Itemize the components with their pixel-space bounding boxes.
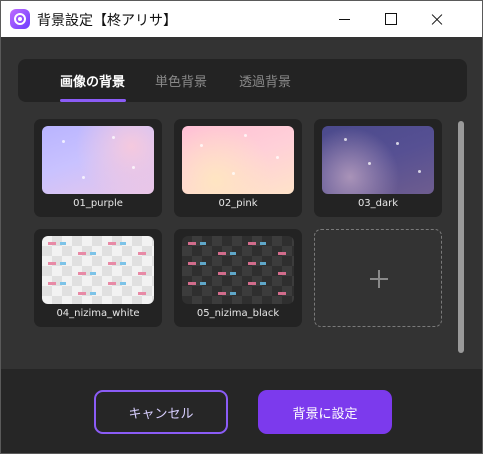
thumbnail-nizima-white [42, 236, 154, 304]
tab-image-background[interactable]: 画像の背景 [60, 71, 125, 90]
card-label: 01_purple [73, 198, 123, 209]
scrollbar[interactable] [458, 121, 464, 353]
background-card-dark[interactable]: 03_dark [314, 119, 442, 217]
card-label: 03_dark [357, 198, 399, 209]
card-label: 04_nizima_white [56, 308, 140, 319]
tab-transparent-background[interactable]: 透過背景 [239, 71, 291, 90]
card-label: 05_nizima_black [196, 308, 280, 319]
active-tab-indicator [60, 99, 126, 102]
add-background-button[interactable] [314, 229, 442, 327]
background-settings-window: 背景設定【柊アリサ】 画像の背景 単色背景 透過背景 01_purple 02_… [0, 0, 483, 454]
maximize-button[interactable] [367, 1, 413, 37]
background-card-pink[interactable]: 02_pink [174, 119, 302, 217]
background-card-nizima-black[interactable]: 05_nizima_black [174, 229, 302, 327]
background-card-nizima-white[interactable]: 04_nizima_white [34, 229, 162, 327]
background-card-purple[interactable]: 01_purple [34, 119, 162, 217]
footer: キャンセル 背景に設定 [1, 369, 482, 453]
close-button[interactable] [413, 1, 459, 37]
nizima-pattern [48, 242, 146, 295]
set-background-button[interactable]: 背景に設定 [258, 390, 392, 434]
tab-solid-background[interactable]: 単色背景 [155, 71, 207, 90]
title-bar: 背景設定【柊アリサ】 [1, 1, 482, 37]
plus-icon [370, 270, 388, 288]
thumbnail-nizima-black [182, 236, 294, 304]
card-label: 02_pink [218, 198, 258, 209]
window-title: 背景設定【柊アリサ】 [37, 13, 177, 29]
minimize-button[interactable] [321, 1, 367, 37]
app-logo-icon [10, 9, 30, 29]
tab-bar: 画像の背景 単色背景 透過背景 [18, 59, 467, 102]
thumbnail-purple [42, 126, 154, 194]
cancel-button[interactable]: キャンセル [94, 390, 228, 434]
thumbnail-pink [182, 126, 294, 194]
thumbnail-dark [322, 126, 434, 194]
nizima-pattern [188, 242, 286, 295]
background-grid: 01_purple 02_pink 03_dark 04_nizima_whit… [18, 113, 467, 359]
